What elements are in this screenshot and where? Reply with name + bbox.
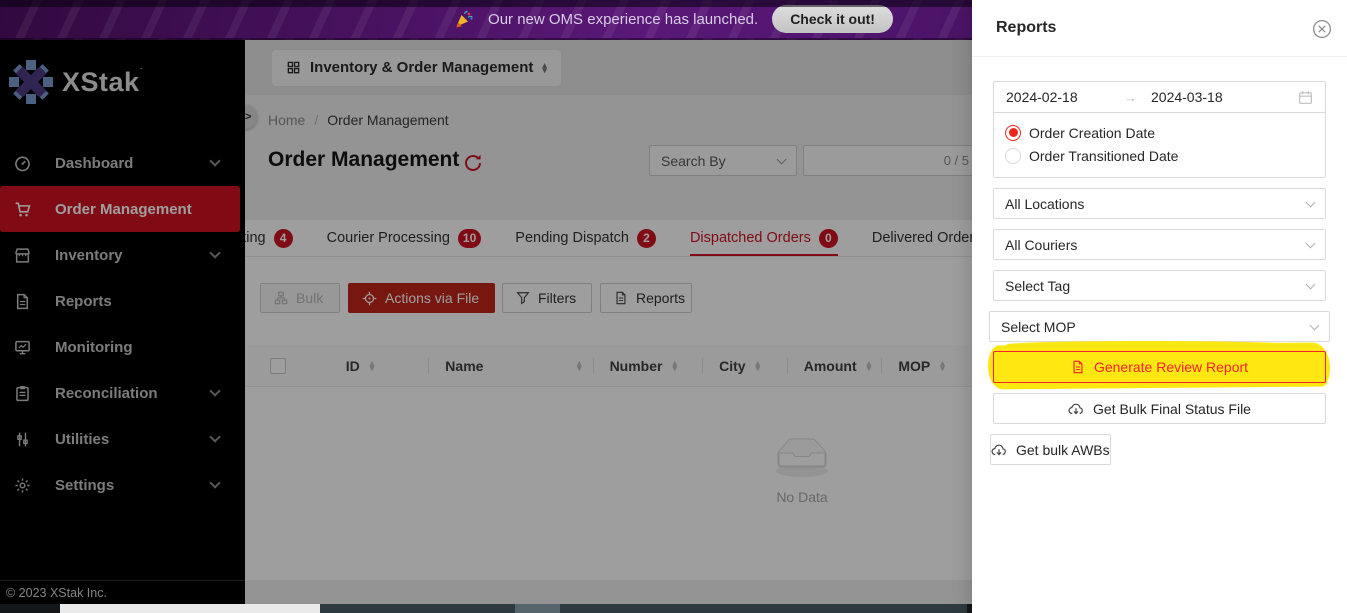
radio-order-transitioned-date[interactable]: Order Transitioned Date [1005,144,1314,167]
cloud-download-icon [1068,402,1084,416]
select-value: All Locations [1005,196,1084,212]
taskbar-segment [320,604,967,613]
button-label: Get Bulk Final Status File [1093,401,1251,417]
banner-message: Our new OMS experience has launched. [488,11,758,28]
date-type-radios: Order Creation Date Order Transitioned D… [994,112,1325,177]
radio-selected-icon [1005,125,1021,141]
drawer-body: 2024-02-18 → 2024-03-18 Order Creation D… [972,57,1347,465]
select-value: All Couriers [1005,237,1077,253]
drawer-header: Reports [972,0,1347,57]
chevron-down-icon [1306,238,1316,248]
taskbar-segment [60,604,320,613]
file-icon [1071,360,1085,374]
date-from[interactable]: 2024-02-18 [1006,89,1124,105]
taskbar-segment [515,604,560,613]
date-filter-group: 2024-02-18 → 2024-03-18 Order Creation D… [993,81,1326,178]
get-bulk-final-status-file-button[interactable]: Get Bulk Final Status File [993,393,1326,424]
chevron-down-icon [1306,279,1316,289]
button-label: Get bulk AWBs [1016,442,1110,458]
tag-select[interactable]: Select Tag [993,270,1326,301]
radio-label: Order Transitioned Date [1029,148,1178,164]
highlight-annotation: Generate Review Report [993,351,1326,383]
reports-drawer: Reports 2024-02-18 → 2024-03-18 [972,0,1347,613]
party-popper-icon [454,9,474,29]
button-label: Generate Review Report [1094,359,1248,375]
couriers-select[interactable]: All Couriers [993,229,1326,260]
generate-review-report-button[interactable]: Generate Review Report [993,351,1326,383]
chevron-down-icon [1310,320,1320,330]
drawer-title: Reports [996,19,1056,37]
cloud-download-icon [991,443,1007,457]
select-value: Select Tag [1005,278,1070,294]
chevron-down-icon [1306,197,1316,207]
date-to[interactable]: 2024-03-18 [1151,89,1298,105]
radio-label: Order Creation Date [1029,125,1155,141]
close-icon[interactable] [1312,19,1332,39]
check-it-out-button[interactable]: Check it out! [772,5,893,33]
mop-select[interactable]: Select MOP [989,311,1330,342]
date-range-picker[interactable]: 2024-02-18 → 2024-03-18 [993,81,1326,113]
get-bulk-awbs-button[interactable]: Get bulk AWBs [990,434,1111,465]
select-value: Select MOP [1001,319,1076,335]
locations-select[interactable]: All Locations [993,188,1326,219]
app-root: Our new OMS experience has launched. Che… [0,0,1347,613]
arrow-right-icon: → [1124,90,1137,105]
drawer-mask[interactable] [0,40,972,604]
taskbar-edge [0,604,972,613]
radio-unselected-icon [1005,148,1021,164]
radio-order-creation-date[interactable]: Order Creation Date [1005,121,1314,144]
calendar-icon [1298,90,1313,105]
